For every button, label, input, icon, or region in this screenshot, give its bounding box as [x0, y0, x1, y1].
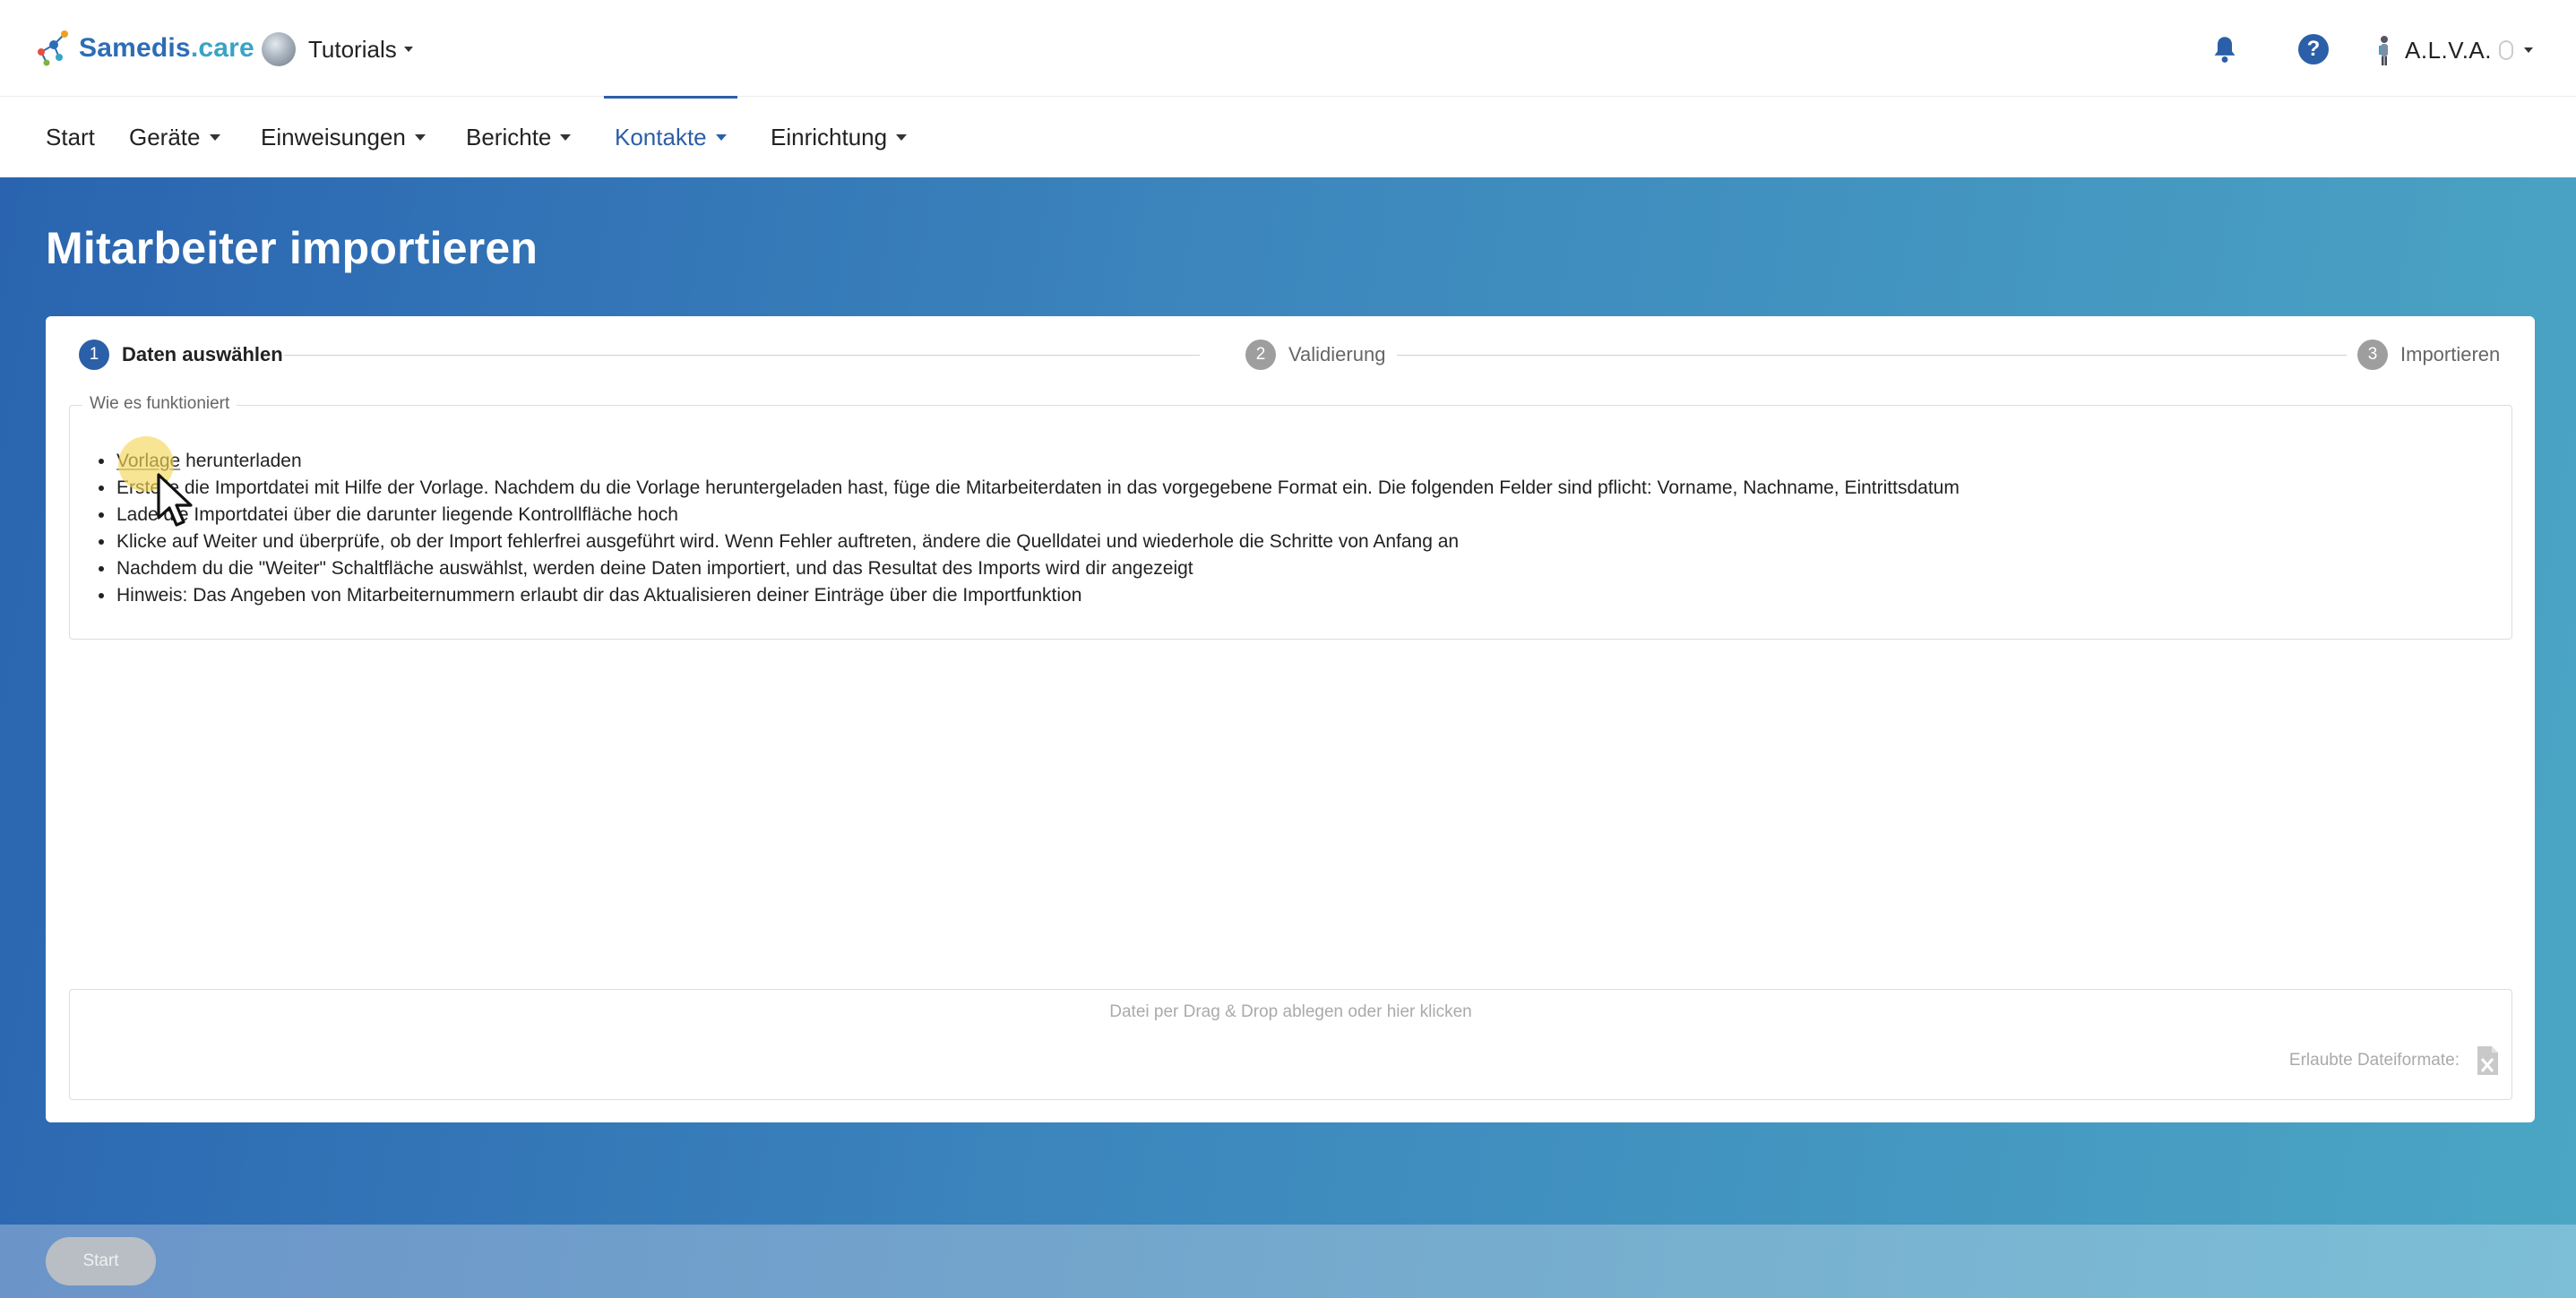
- step-importieren: 3 Importieren: [2357, 340, 2500, 370]
- footer-bar: Start: [0, 1225, 2576, 1298]
- step-daten-auswaehlen: 1 Daten auswählen: [79, 340, 283, 370]
- chevron-down-icon: [2524, 47, 2533, 53]
- allowed-formats: Erlaubte Dateiformate:: [2289, 1045, 2499, 1076]
- step-number: 1: [79, 340, 109, 370]
- samedis-logo[interactable]: Samedis.care: [32, 27, 254, 70]
- nav-kontakte[interactable]: Kontakte: [604, 96, 737, 177]
- nav-einweisungen[interactable]: Einweisungen: [261, 97, 426, 177]
- logo-molecule-icon: [38, 30, 68, 66]
- nav-geraete[interactable]: Geräte: [129, 97, 220, 177]
- nav-label: Berichte: [466, 123, 552, 150]
- user-name: A.L.V.A.: [2405, 36, 2492, 64]
- list-item: Erstelle die Importdatei mit Hilfe der V…: [99, 475, 1960, 502]
- list-item-text: herunterladen: [180, 451, 302, 471]
- step-connector: [1397, 355, 2347, 356]
- user-menu[interactable]: A.L.V.A.: [2374, 32, 2533, 68]
- chevron-down-icon: [209, 133, 220, 141]
- start-button[interactable]: Start: [46, 1237, 156, 1285]
- file-dropzone[interactable]: Datei per Drag & Drop ablegen oder hier …: [69, 989, 2512, 1100]
- main-navigation: Start Geräte Einweisungen Berichte Konta…: [0, 96, 2576, 177]
- nav-berichte[interactable]: Berichte: [466, 97, 572, 177]
- nav-start[interactable]: Start: [46, 97, 95, 177]
- question-circle-icon: ?: [2298, 34, 2329, 64]
- chevron-down-icon: [403, 47, 413, 52]
- list-item: Lade die Importdatei über die darunter l…: [99, 502, 1960, 529]
- step-label: Importieren: [2400, 343, 2501, 365]
- nav-label: Start: [46, 123, 95, 150]
- chevron-down-icon: [715, 133, 727, 141]
- step-label: Validierung: [1288, 343, 1386, 365]
- step-label: Daten auswählen: [122, 343, 283, 365]
- step-validierung: 2 Validierung: [1245, 340, 1385, 370]
- mouse-icon: [2499, 40, 2513, 60]
- nav-label: Kontakte: [615, 123, 707, 150]
- notifications-button[interactable]: [2208, 32, 2242, 66]
- chevron-down-icon: [560, 133, 572, 141]
- step-number: 3: [2357, 340, 2388, 370]
- nav-label: Geräte: [129, 123, 201, 150]
- list-item: Hinweis: Das Angeben von Mitarbeiternumm…: [99, 582, 1960, 609]
- import-card: 1 Daten auswählen 2 Validierung 3 Import…: [46, 316, 2535, 1122]
- nav-label: Einrichtung: [771, 123, 888, 150]
- allowed-formats-label: Erlaubte Dateiformate:: [2288, 1051, 2460, 1070]
- page-title: Mitarbeiter importieren: [46, 223, 538, 273]
- nav-einrichtung[interactable]: Einrichtung: [771, 97, 908, 177]
- chevron-down-icon: [414, 133, 426, 141]
- top-header: Samedis.care Tutorials ? A.L.V.A.: [0, 0, 2576, 97]
- chevron-down-icon: [896, 133, 908, 141]
- nav-label: Einweisungen: [261, 123, 406, 150]
- list-item: Nachdem du die "Weiter" Schaltfläche aus…: [99, 555, 1960, 582]
- list-item: Klicke auf Weiter und überprüfe, ob der …: [99, 529, 1960, 555]
- excel-file-icon: [2477, 1046, 2498, 1075]
- user-avatar-icon: [2379, 36, 2388, 65]
- tenant-avatar: [262, 32, 296, 66]
- bell-icon: [2214, 37, 2236, 63]
- how-it-works-panel: Wie es funktioniert Vorlage herunterlade…: [69, 394, 2512, 640]
- dropzone-hint: Datei per Drag & Drop ablegen oder hier …: [1109, 1002, 1472, 1021]
- help-button[interactable]: ?: [2296, 32, 2330, 66]
- logo-text: Samedis.care: [79, 33, 254, 63]
- template-download-link[interactable]: Vorlage: [116, 451, 180, 471]
- instructions-list: Vorlage herunterladen Erstelle die Impor…: [99, 448, 1960, 609]
- tenant-selector[interactable]: Tutorials: [262, 30, 413, 68]
- main-content: Mitarbeiter importieren 1 Daten auswähle…: [0, 177, 2576, 1298]
- list-item: Vorlage herunterladen: [99, 448, 1960, 475]
- how-it-works-legend: Wie es funktioniert: [82, 394, 237, 414]
- tenant-name: Tutorials: [308, 35, 397, 63]
- step-number: 2: [1245, 340, 1276, 370]
- step-connector: [284, 355, 1200, 356]
